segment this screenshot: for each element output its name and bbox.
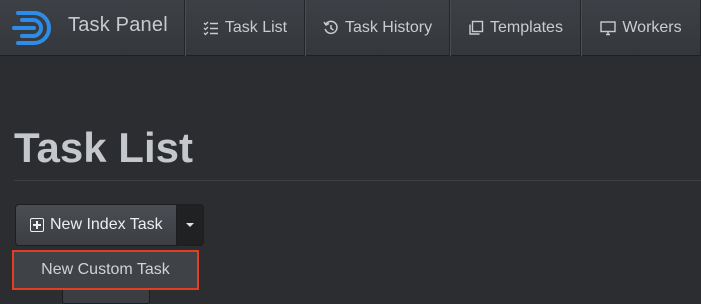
nav-task-history[interactable]: Task History <box>305 0 450 56</box>
task-panel-logo-icon <box>12 11 51 45</box>
copy-icon <box>468 20 484 36</box>
new-index-task-button[interactable]: New Index Task <box>15 204 177 246</box>
nav-label: Workers <box>622 19 682 36</box>
dropdown-item-label: New Custom Task <box>41 261 170 278</box>
nav-label: Templates <box>490 19 563 36</box>
list-check-icon <box>203 20 219 36</box>
top-navbar: Task Panel Task List Task History Templa… <box>0 0 701 56</box>
nav-task-list[interactable]: Task List <box>185 0 305 56</box>
caret-down-icon <box>186 223 194 227</box>
title-divider <box>14 180 701 181</box>
monitor-icon <box>600 20 617 36</box>
new-task-dropdown-toggle[interactable] <box>177 204 204 246</box>
plus-square-icon <box>30 218 44 232</box>
nav-templates[interactable]: Templates <box>450 0 581 56</box>
nav-label: Task History <box>344 19 433 36</box>
page-title: Task List <box>14 124 193 171</box>
nav-workers[interactable]: Workers <box>581 0 701 56</box>
new-task-button-group: New Index Task <box>15 204 204 246</box>
brand[interactable]: Task Panel <box>0 0 185 56</box>
dropdown-item-new-custom-task[interactable]: New Custom Task <box>12 250 199 290</box>
history-icon <box>323 20 339 36</box>
new-index-task-label: New Index Task <box>50 216 163 233</box>
nav-label: Task List <box>224 19 288 36</box>
brand-name: Task Panel <box>68 14 168 36</box>
